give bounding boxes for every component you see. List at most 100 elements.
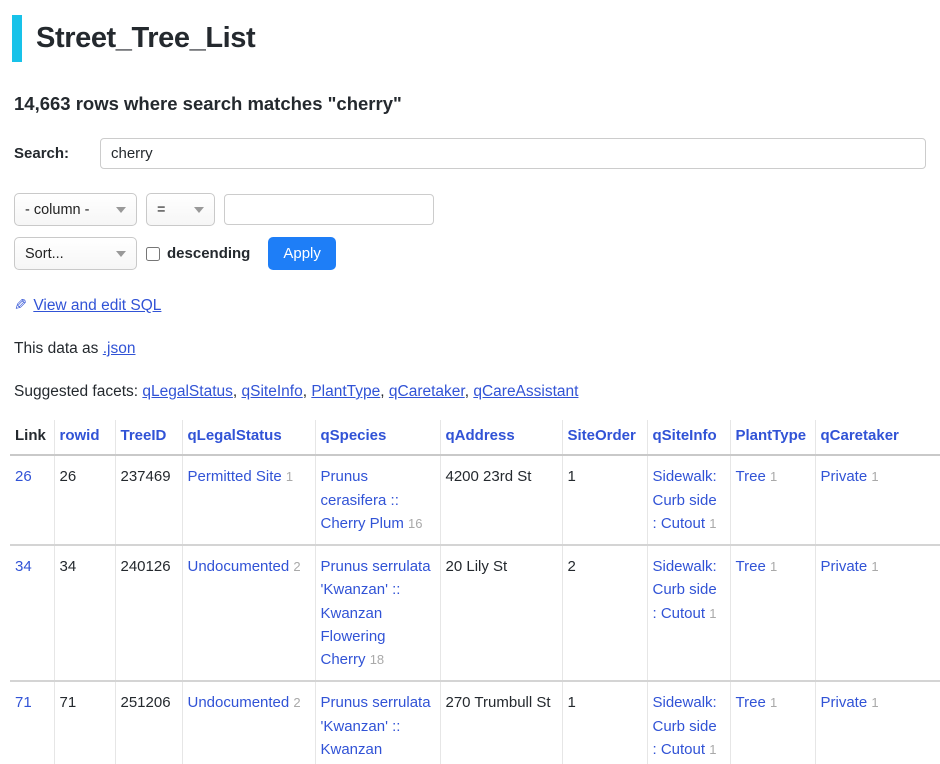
filter-operator-select[interactable]: = <box>146 193 215 226</box>
header-planttype-link[interactable]: PlantType <box>736 427 807 444</box>
facet-count: 1 <box>770 695 777 710</box>
cell-qaddress: 20 Lily St <box>440 545 562 681</box>
cell-qsiteinfo: Sidewalk: Curb side : Cutout 1 <box>647 545 730 681</box>
planttype-value-link[interactable]: Tree <box>736 694 766 711</box>
cell-row-link: 26 <box>10 455 54 545</box>
facet-count: 18 <box>370 652 384 667</box>
header-qsiteinfo: qSiteInfo <box>647 420 730 455</box>
cell-qlegalstatus: Permitted Site 1 <box>182 455 315 545</box>
cell-row-link: 34 <box>10 545 54 681</box>
table-row: 71 71 251206 Undocumented 2 Prunus serru… <box>10 681 940 764</box>
row-link[interactable]: 26 <box>15 468 32 485</box>
qlegalstatus-value-link[interactable]: Permitted Site <box>188 468 282 485</box>
cell-treeid: 237469 <box>115 455 182 545</box>
cell-qaddress: 270 Trumbull St <box>440 681 562 764</box>
cell-treeid: 251206 <box>115 681 182 764</box>
page-title: Street_Tree_List <box>36 22 255 55</box>
cell-qspecies: Prunus serrulata 'Kwanzan' :: Kwanzan Fl… <box>315 681 440 764</box>
cell-siteorder: 1 <box>562 681 647 764</box>
header-planttype: PlantType <box>730 420 815 455</box>
qcaretaker-value-link[interactable]: Private <box>821 468 868 485</box>
facet-link-qcareassistant[interactable]: qCareAssistant <box>473 383 578 400</box>
sort-row: Sort... descending Apply <box>14 237 940 270</box>
cell-row-link: 71 <box>10 681 54 764</box>
apply-button[interactable]: Apply <box>268 237 336 270</box>
facet-count: 1 <box>770 559 777 574</box>
header-rowid-link[interactable]: rowid <box>60 427 100 444</box>
filter-column-select[interactable]: - column - <box>14 193 137 226</box>
header-qcaretaker-link[interactable]: qCaretaker <box>821 427 899 444</box>
row-link[interactable]: 34 <box>15 558 32 575</box>
cell-qsiteinfo: Sidewalk: Curb side : Cutout 1 <box>647 455 730 545</box>
facet-link-planttype[interactable]: PlantType <box>311 383 380 400</box>
header-siteorder-link[interactable]: SiteOrder <box>568 427 636 444</box>
cell-planttype: Tree 1 <box>730 455 815 545</box>
cell-siteorder: 1 <box>562 455 647 545</box>
header-qlegalstatus: qLegalStatus <box>182 420 315 455</box>
facet-count: 2 <box>293 695 300 710</box>
descending-checkbox[interactable] <box>146 247 160 261</box>
header-qlegalstatus-link[interactable]: qLegalStatus <box>188 427 282 444</box>
facet-count: 1 <box>770 469 777 484</box>
cell-qsiteinfo: Sidewalk: Curb side : Cutout 1 <box>647 681 730 764</box>
cell-rowid: 34 <box>54 545 115 681</box>
qsiteinfo-value-link[interactable]: Sidewalk: Curb side : Cutout <box>653 468 717 532</box>
facet-separator: , <box>380 383 389 400</box>
facet-count: 1 <box>286 469 293 484</box>
header-qaddress: qAddress <box>440 420 562 455</box>
table-header-row: Link rowid TreeID qLegalStatus qSpecies … <box>10 420 940 455</box>
qsiteinfo-value-link[interactable]: Sidewalk: Curb side : Cutout <box>653 694 717 758</box>
table-row: 26 26 237469 Permitted Site 1 Prunus cer… <box>10 455 940 545</box>
facet-link-qlegalstatus[interactable]: qLegalStatus <box>142 383 233 400</box>
planttype-value-link[interactable]: Tree <box>736 468 766 485</box>
header-rowid: rowid <box>54 420 115 455</box>
cell-qlegalstatus: Undocumented 2 <box>182 681 315 764</box>
qlegalstatus-value-link[interactable]: Undocumented <box>188 694 290 711</box>
qsiteinfo-value-link[interactable]: Sidewalk: Curb side : Cutout <box>653 558 717 622</box>
results-table: Link rowid TreeID qLegalStatus qSpecies … <box>10 420 940 764</box>
facet-link-qsiteinfo[interactable]: qSiteInfo <box>242 383 303 400</box>
facet-count: 1 <box>709 516 716 531</box>
search-label: Search: <box>14 145 100 162</box>
json-link[interactable]: .json <box>103 340 136 357</box>
qlegalstatus-value-link[interactable]: Undocumented <box>188 558 290 575</box>
header-treeid-link[interactable]: TreeID <box>121 427 167 444</box>
facet-separator: , <box>233 383 242 400</box>
sort-select[interactable]: Sort... <box>14 237 137 270</box>
header-link: Link <box>10 420 54 455</box>
planttype-value-link[interactable]: Tree <box>736 558 766 575</box>
row-link[interactable]: 71 <box>15 694 32 711</box>
page-header: Street_Tree_List <box>12 15 940 62</box>
facet-count: 1 <box>871 695 878 710</box>
qcaretaker-value-link[interactable]: Private <box>821 694 868 711</box>
filter-value-input[interactable] <box>224 194 434 225</box>
filter-row: - column - = <box>14 193 940 226</box>
header-treeid: TreeID <box>115 420 182 455</box>
header-qaddress-link[interactable]: qAddress <box>446 427 515 444</box>
facet-link-qcaretaker[interactable]: qCaretaker <box>389 383 465 400</box>
qcaretaker-value-link[interactable]: Private <box>821 558 868 575</box>
qspecies-value-link[interactable]: Prunus cerasifera :: Cherry Plum <box>321 468 404 532</box>
facets-prefix: Suggested facets: <box>14 383 142 400</box>
facet-count: 1 <box>709 742 716 757</box>
facet-count: 1 <box>871 469 878 484</box>
header-qsiteinfo-link[interactable]: qSiteInfo <box>653 427 717 444</box>
header-qcaretaker: qCaretaker <box>815 420 940 455</box>
header-qspecies-link[interactable]: qSpecies <box>321 427 387 444</box>
cell-qlegalstatus: Undocumented 2 <box>182 545 315 681</box>
facet-count: 1 <box>871 559 878 574</box>
cell-treeid: 240126 <box>115 545 182 681</box>
links-section: ✎ View and edit SQL This data as .json S… <box>14 296 940 401</box>
cell-planttype: Tree 1 <box>730 545 815 681</box>
table-row: 34 34 240126 Undocumented 2 Prunus serru… <box>10 545 940 681</box>
cell-qspecies: Prunus cerasifera :: Cherry Plum 16 <box>315 455 440 545</box>
header-qspecies: qSpecies <box>315 420 440 455</box>
facet-count: 16 <box>408 516 422 531</box>
qspecies-value-link[interactable]: Prunus serrulata 'Kwanzan' :: Kwanzan Fl… <box>321 694 431 764</box>
row-count-summary: 14,663 rows where search matches "cherry… <box>14 93 940 115</box>
cell-siteorder: 2 <box>562 545 647 681</box>
search-row: Search: <box>14 138 926 169</box>
view-edit-sql-link[interactable]: View and edit SQL <box>33 297 161 314</box>
search-input[interactable] <box>100 138 926 169</box>
cell-planttype: Tree 1 <box>730 681 815 764</box>
